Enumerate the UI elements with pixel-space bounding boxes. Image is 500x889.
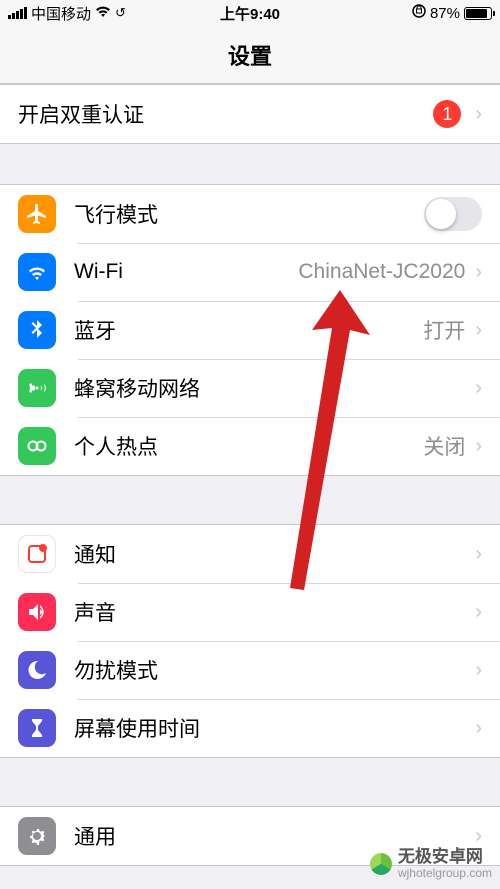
dnd-row[interactable]: 勿扰模式 › — [0, 641, 500, 699]
battery-icon — [464, 7, 492, 20]
bluetooth-value: 打开 — [423, 315, 465, 345]
chevron-right-icon: › — [475, 319, 482, 342]
wifi-icon — [18, 253, 56, 291]
moon-icon — [18, 651, 56, 689]
navigation-icon: ↺ — [115, 5, 126, 21]
wifi-value: ChinaNet-JC2020 — [298, 260, 465, 284]
cellular-icon — [18, 369, 56, 407]
hotspot-label: 个人热点 — [74, 431, 423, 461]
airplane-icon — [18, 195, 56, 233]
two-factor-label: 开启双重认证 — [18, 99, 433, 129]
two-factor-row[interactable]: 开启双重认证 1 › — [0, 85, 500, 143]
dnd-label: 勿扰模式 — [74, 655, 475, 685]
notifications-row[interactable]: 通知 › — [0, 525, 500, 583]
notifications-icon — [18, 535, 56, 573]
carrier-label: 中国移动 — [31, 3, 91, 24]
group-spacer — [0, 144, 500, 184]
wifi-label: Wi-Fi — [74, 260, 298, 284]
site-watermark: 无极安卓网 wjhotelgroup.com — [370, 848, 492, 879]
battery-percent-label: 87% — [430, 5, 460, 22]
airplane-mode-toggle[interactable] — [424, 197, 482, 231]
chevron-right-icon: › — [475, 435, 482, 458]
page-title: 设置 — [228, 39, 272, 71]
network-group: 飞行模式 Wi-Fi ChinaNet-JC2020 › 蓝牙 打开 › 蜂窝移… — [0, 184, 500, 476]
chevron-right-icon: › — [475, 543, 482, 566]
wifi-row[interactable]: Wi-Fi ChinaNet-JC2020 › — [0, 243, 500, 301]
chevron-right-icon: › — [475, 377, 482, 400]
status-bar: 中国移动 ↺ 上午9:40 87% — [0, 0, 500, 26]
hotspot-icon — [18, 427, 56, 465]
airplane-mode-label: 飞行模式 — [74, 199, 424, 229]
signal-icon — [8, 7, 27, 19]
chevron-right-icon: › — [475, 659, 482, 682]
orientation-lock-icon — [412, 4, 426, 22]
status-time: 上午9:40 — [220, 3, 280, 24]
status-right: 87% — [412, 4, 492, 22]
cellular-label: 蜂窝移动网络 — [74, 373, 475, 403]
group-spacer — [0, 758, 500, 806]
watermark-main: 无极安卓网 — [398, 848, 492, 867]
sounds-row[interactable]: 声音 › — [0, 583, 500, 641]
hotspot-value: 关闭 — [423, 431, 465, 461]
watermark-sub: wjhotelgroup.com — [398, 867, 492, 879]
status-left: 中国移动 ↺ — [8, 3, 126, 24]
airplane-mode-row[interactable]: 飞行模式 — [0, 185, 500, 243]
chevron-right-icon: › — [475, 717, 482, 740]
watermark-logo-icon — [370, 853, 392, 875]
bluetooth-label: 蓝牙 — [74, 315, 423, 345]
chevron-right-icon: › — [475, 261, 482, 284]
hourglass-icon — [18, 709, 56, 747]
cellular-row[interactable]: 蜂窝移动网络 › — [0, 359, 500, 417]
screentime-row[interactable]: 屏幕使用时间 › — [0, 699, 500, 757]
chevron-right-icon: › — [475, 103, 482, 126]
chevron-right-icon: › — [475, 825, 482, 848]
gear-icon — [18, 817, 56, 855]
chevron-right-icon: › — [475, 601, 482, 624]
app-group: 通知 › 声音 › 勿扰模式 › 屏幕使用时间 › — [0, 524, 500, 758]
notifications-label: 通知 — [74, 539, 475, 569]
sounds-icon — [18, 593, 56, 631]
group-spacer — [0, 476, 500, 524]
bluetooth-row[interactable]: 蓝牙 打开 › — [0, 301, 500, 359]
hotspot-row[interactable]: 个人热点 关闭 › — [0, 417, 500, 475]
screentime-label: 屏幕使用时间 — [74, 713, 475, 743]
sounds-label: 声音 — [74, 597, 475, 627]
bluetooth-icon — [18, 311, 56, 349]
wifi-status-icon — [95, 5, 111, 22]
notification-badge: 1 — [433, 100, 461, 128]
page-header: 设置 — [0, 26, 500, 84]
